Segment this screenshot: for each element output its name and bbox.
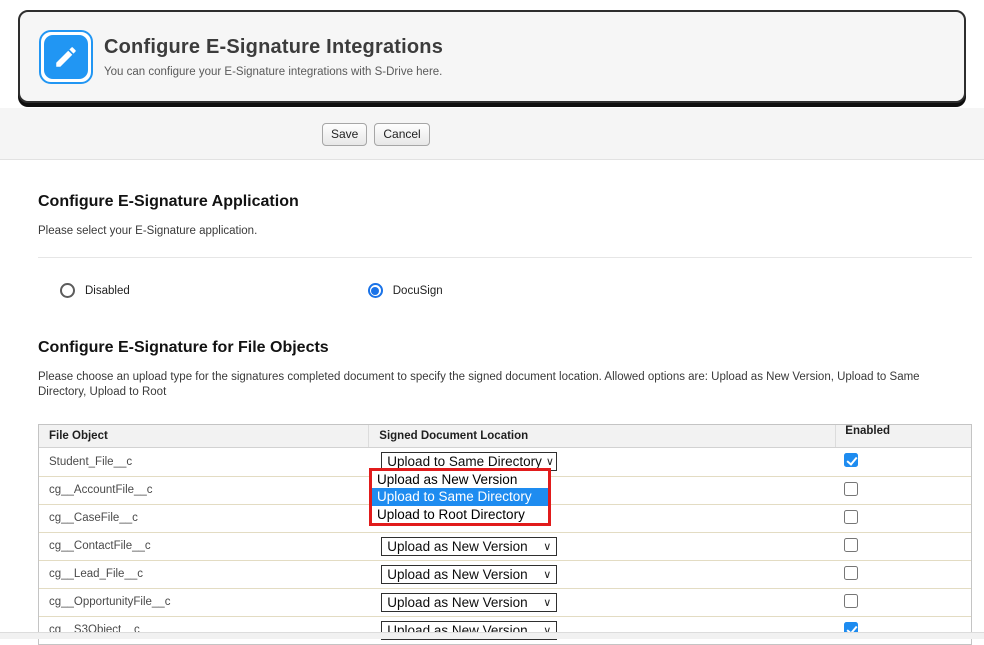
location-select-value: Upload as New Version: [387, 539, 527, 554]
radio-label: DocuSign: [393, 285, 443, 297]
dropdown-option[interactable]: Upload to Same Directory: [372, 488, 548, 506]
file-objects-table: File Object Signed Document Location Ena…: [38, 424, 972, 645]
table-row: cg__Lead_File__c Upload as New Version ∨: [39, 560, 971, 588]
section-divider: [38, 257, 972, 258]
toolbar: Save Cancel: [0, 108, 984, 160]
location-select[interactable]: Upload as New Version ∨: [381, 565, 557, 584]
file-section-heading: Configure E-Signature for File Objects: [38, 339, 972, 357]
location-cell: Upload as New Version ∨: [368, 617, 835, 644]
enabled-cell: [835, 482, 971, 499]
radio-label: Disabled: [85, 285, 130, 297]
header-text: Configure E-Signature Integrations You c…: [104, 36, 443, 78]
dropdown-option[interactable]: Upload to Root Directory: [372, 506, 548, 524]
page-header: Configure E-Signature Integrations You c…: [18, 10, 966, 103]
file-section-description: Please choose an upload type for the sig…: [38, 370, 954, 401]
enabled-checkbox[interactable]: [844, 510, 858, 524]
chevron-down-icon: ∨: [543, 568, 551, 581]
location-select[interactable]: Upload as New Version ∨: [381, 537, 557, 556]
radio-option-disabled[interactable]: Disabled: [60, 283, 130, 298]
pencil-icon-glyph: [53, 44, 79, 70]
file-object-name: Student_File__c: [39, 456, 368, 468]
file-object-name: cg__OpportunityFile__c: [39, 596, 368, 608]
location-cell: Upload as New Version ∨: [368, 533, 835, 560]
cancel-button[interactable]: Cancel: [374, 123, 429, 146]
file-object-name: cg__ContactFile__c: [39, 540, 368, 552]
page-subtitle: You can configure your E-Signature integ…: [104, 66, 443, 78]
table-row: cg__S3Object__c Upload as New Version ∨: [39, 616, 971, 644]
app-section-heading: Configure E-Signature Application: [38, 193, 972, 211]
app-section-description: Please select your E-Signature applicati…: [38, 224, 972, 240]
enabled-cell: [835, 453, 971, 470]
table-row: cg__OpportunityFile__c Upload as New Ver…: [39, 588, 971, 616]
column-header-enabled: Enabled: [835, 425, 971, 447]
annotation-highlight-open-dropdown: Upload as New VersionUpload to Same Dire…: [369, 468, 551, 527]
location-cell: Upload as New Version ∨: [368, 561, 835, 588]
esignature-app-radio-group: Disabled DocuSign: [38, 282, 972, 300]
column-header-signed-document-location: Signed Document Location: [368, 425, 835, 447]
save-button[interactable]: Save: [322, 123, 367, 146]
dropdown-option[interactable]: Upload as New Version: [372, 471, 548, 489]
column-header-file-object: File Object: [39, 430, 368, 442]
toolbar-buttons: Save Cancel: [322, 123, 430, 146]
enabled-checkbox[interactable]: [844, 538, 858, 552]
radio-icon[interactable]: [368, 283, 383, 298]
footer-strip: [0, 632, 984, 639]
file-object-name: cg__CaseFile__c: [39, 512, 368, 524]
enabled-cell: [835, 538, 971, 555]
enabled-checkbox[interactable]: [844, 594, 858, 608]
main-content: Configure E-Signature Application Please…: [38, 160, 972, 645]
enabled-cell: [835, 594, 971, 611]
location-select-value: Upload as New Version: [387, 595, 527, 610]
enabled-cell: [835, 510, 971, 527]
pencil-icon: [39, 30, 93, 84]
table-row: cg__ContactFile__c Upload as New Version…: [39, 532, 971, 560]
location-select-value: Upload as New Version: [387, 567, 527, 582]
chevron-down-icon: ∨: [543, 540, 551, 553]
enabled-checkbox[interactable]: [844, 566, 858, 580]
enabled-checkbox[interactable]: [844, 453, 858, 467]
chevron-down-icon: ∨: [546, 455, 554, 468]
file-object-name: cg__Lead_File__c: [39, 568, 368, 580]
table-header-row: File Object Signed Document Location Ena…: [39, 425, 971, 448]
radio-icon[interactable]: [60, 283, 75, 298]
enabled-cell: [835, 566, 971, 583]
file-object-name: cg__AccountFile__c: [39, 484, 368, 496]
page-title: Configure E-Signature Integrations: [104, 36, 443, 59]
pencil-icon-background: [44, 35, 88, 79]
chevron-down-icon: ∨: [543, 596, 551, 609]
location-select[interactable]: Upload as New Version ∨: [381, 593, 557, 612]
location-cell: Upload as New Version ∨: [368, 589, 835, 616]
radio-option-docusign[interactable]: DocuSign: [368, 283, 443, 298]
enabled-checkbox[interactable]: [844, 482, 858, 496]
